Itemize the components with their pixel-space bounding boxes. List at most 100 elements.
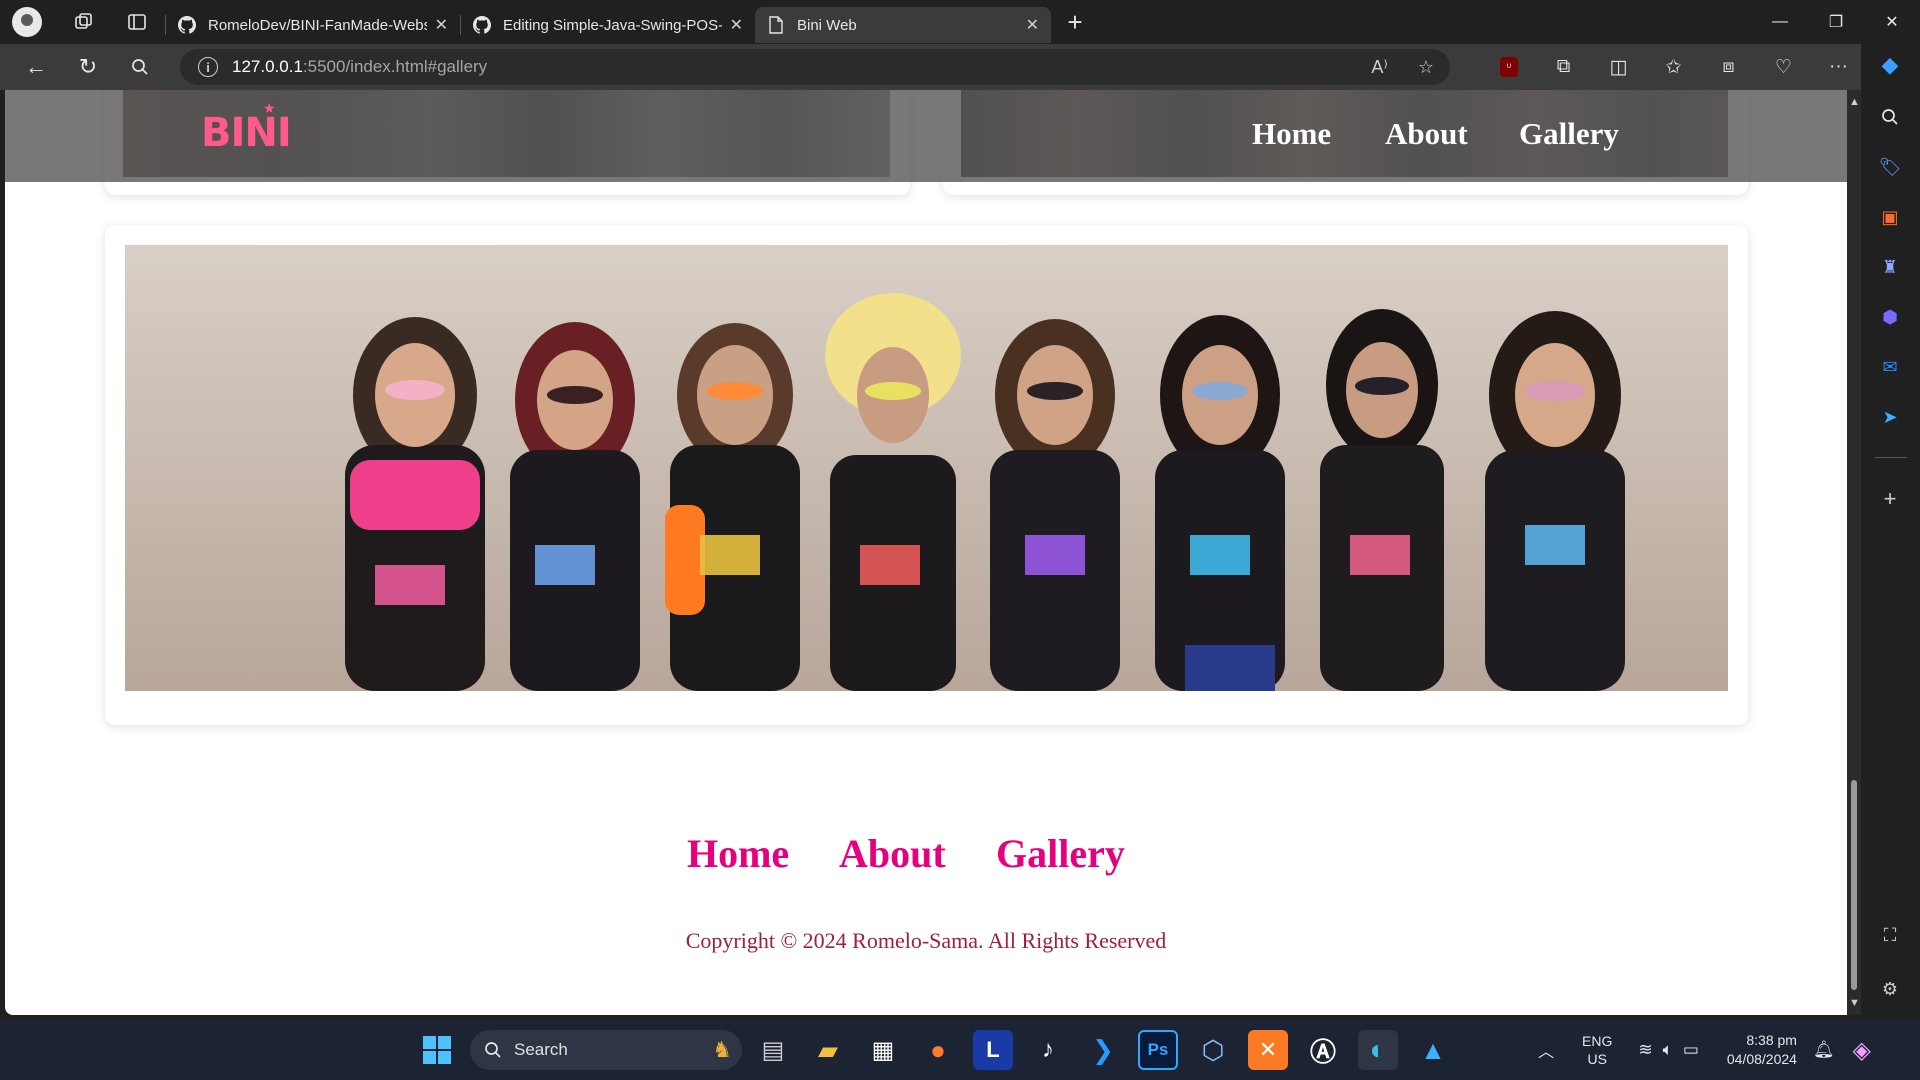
photos-icon[interactable]: ▲ bbox=[1413, 1030, 1453, 1070]
app-store-icon[interactable]: Ⓐ bbox=[1303, 1030, 1343, 1070]
language-indicator[interactable]: ENG US bbox=[1582, 1032, 1612, 1068]
sidebar-settings-icon[interactable]: ⚙ bbox=[1875, 974, 1905, 1004]
taskbar-search-box[interactable]: Search ♞ bbox=[470, 1030, 742, 1070]
read-aloud-icon[interactable]: A⁾ bbox=[1371, 57, 1387, 78]
github-icon bbox=[473, 16, 491, 34]
tab-github-bini[interactable]: RomeloDev/BINI-FanMade-Website ✕ bbox=[166, 7, 460, 43]
github-icon bbox=[178, 16, 196, 34]
page-icon bbox=[767, 16, 785, 34]
sidebar-search-icon[interactable] bbox=[1875, 102, 1905, 132]
site-info-icon[interactable]: i bbox=[198, 57, 218, 77]
system-tray: ︿ ENG US ≋ 🔈︎ ▭ 8:38 pm 04/08/2024 🔔︎ ◈ bbox=[1538, 1020, 1871, 1080]
notification-bell-icon[interactable]: 🔔︎ bbox=[1813, 1040, 1835, 1060]
cube-app-icon[interactable]: ⬡ bbox=[1193, 1030, 1233, 1070]
tab-title: Bini Web bbox=[797, 16, 857, 34]
region-code: US bbox=[1587, 1051, 1607, 1067]
file-explorer-icon[interactable]: ▰ bbox=[808, 1030, 848, 1070]
windows-start-icon[interactable] bbox=[417, 1030, 457, 1070]
firefox-icon[interactable]: ● bbox=[918, 1030, 958, 1070]
more-options-icon[interactable]: ··· bbox=[1811, 44, 1866, 90]
volume-icon[interactable]: 🔈︎ bbox=[1663, 1040, 1673, 1060]
page-viewport: BINI ★ Home About Gallery Home About Gal… bbox=[5, 90, 1847, 1015]
browser-toolbar: ← ↻ i 127.0.0.1:5500/index.html#gallery … bbox=[0, 44, 1920, 90]
windows-taskbar: Search ♞ ▤ ▰ ▦ ● L ♪ ❯ Ps ⬡ ✕ Ⓐ ◐ ▲ ︿ EN… bbox=[0, 1020, 1920, 1080]
clock[interactable]: 8:38 pm 04/08/2024 bbox=[1727, 1031, 1797, 1069]
browser-essentials-icon[interactable]: ♡ bbox=[1756, 44, 1811, 90]
address-bar[interactable]: i 127.0.0.1:5500/index.html#gallery A⁾ ☆ bbox=[180, 49, 1450, 85]
gallery-group-photo bbox=[125, 245, 1728, 691]
page-scrollbar[interactable]: ▲ ▼ bbox=[1847, 90, 1861, 1015]
edge-icon[interactable]: ◐ bbox=[1358, 1030, 1398, 1070]
tab-close-icon[interactable]: ✕ bbox=[435, 15, 448, 35]
close-window-icon[interactable]: ✕ bbox=[1864, 0, 1920, 44]
profile-button[interactable] bbox=[5, 0, 49, 44]
games-icon[interactable]: ♜ bbox=[1875, 252, 1905, 282]
clock-time: 8:38 pm bbox=[1746, 1032, 1797, 1048]
tab-title: RomeloDev/BINI-FanMade-Website bbox=[208, 16, 427, 34]
scroll-up-icon[interactable]: ▲ bbox=[1849, 96, 1860, 108]
ublock-origin-icon[interactable]: ᵁ bbox=[1500, 57, 1518, 77]
favorite-star-icon[interactable]: ☆ bbox=[1418, 57, 1434, 78]
window-controls: — ❐ ✕ bbox=[1752, 0, 1920, 44]
add-sidebar-app-icon[interactable]: + bbox=[1875, 484, 1905, 514]
clock-date: 04/08/2024 bbox=[1726, 1051, 1797, 1067]
search-icon[interactable] bbox=[114, 44, 166, 90]
browser-tab-bar: RomeloDev/BINI-FanMade-Website ✕ Editing… bbox=[0, 0, 1920, 44]
restore-icon[interactable]: ❐ bbox=[1808, 0, 1864, 44]
favorites-icon[interactable]: ✩ bbox=[1646, 44, 1701, 90]
workspaces-icon[interactable] bbox=[61, 0, 105, 44]
edge-sidebar: ◆ 🏷 ▣ ♜ ⬢ ✉ ➤ + ⛶ ⚙ bbox=[1861, 44, 1920, 1020]
taskbar-search-icon bbox=[485, 1042, 501, 1058]
url-host: 127.0.0.1 bbox=[232, 57, 303, 76]
shopping-tag-icon[interactable]: 🏷 bbox=[1875, 152, 1905, 182]
logo-star-icon: ★ bbox=[263, 100, 276, 116]
wifi-icon[interactable]: ≋ bbox=[1638, 1040, 1652, 1060]
bini-logo[interactable]: BINI bbox=[201, 110, 292, 156]
tab-github-editing[interactable]: Editing Simple-Java-Swing-POS-System ✕ bbox=[461, 7, 755, 43]
vscode-icon[interactable]: ❯ bbox=[1083, 1030, 1123, 1070]
gallery-card bbox=[105, 225, 1748, 725]
language-code: ENG bbox=[1582, 1033, 1613, 1049]
tab-bini-web[interactable]: Bini Web ✕ bbox=[755, 7, 1051, 43]
sidebar-divider bbox=[1875, 457, 1907, 458]
xampp-icon[interactable]: ✕ bbox=[1248, 1030, 1288, 1070]
tools-briefcase-icon[interactable]: ▣ bbox=[1875, 202, 1905, 232]
tab-actions-icon[interactable] bbox=[115, 0, 159, 44]
search-highlight-icon: ♞ bbox=[712, 1037, 732, 1062]
tiktok-icon[interactable]: ♪ bbox=[1028, 1030, 1068, 1070]
outlook-icon[interactable]: ✉ bbox=[1875, 352, 1905, 382]
taskbar-search-label: Search bbox=[514, 1040, 568, 1059]
refresh-button[interactable]: ↻ bbox=[62, 44, 114, 90]
tab-close-icon[interactable]: ✕ bbox=[730, 15, 743, 35]
microsoft-store-icon[interactable]: ▦ bbox=[863, 1030, 903, 1070]
battery-icon[interactable]: ▭ bbox=[1683, 1040, 1699, 1060]
footer-nav-home[interactable]: Home bbox=[687, 830, 789, 877]
tab-close-icon[interactable]: ✕ bbox=[1026, 15, 1039, 35]
scroll-thumb[interactable] bbox=[1851, 780, 1857, 990]
footer-nav-about[interactable]: About bbox=[839, 830, 946, 877]
footer-nav-gallery[interactable]: Gallery bbox=[996, 830, 1125, 877]
minimize-icon[interactable]: — bbox=[1752, 0, 1808, 44]
site-header: BINI ★ Home About Gallery bbox=[5, 90, 1847, 182]
profile-avatar-icon bbox=[12, 7, 42, 37]
photoshop-icon[interactable]: Ps bbox=[1138, 1030, 1178, 1070]
drop-send-icon[interactable]: ➤ bbox=[1875, 402, 1905, 432]
header-nav-home[interactable]: Home bbox=[1252, 116, 1331, 152]
url-path: :5500/index.html#gallery bbox=[302, 57, 488, 76]
screenshot-icon[interactable]: ⛶ bbox=[1875, 920, 1905, 950]
tab-title: Editing Simple-Java-Swing-POS-System bbox=[503, 16, 722, 34]
new-tab-button[interactable]: + bbox=[1055, 2, 1095, 42]
show-hidden-icons-icon[interactable]: ︿ bbox=[1538, 1038, 1554, 1062]
split-screen-icon[interactable]: ◫ bbox=[1591, 44, 1646, 90]
scroll-down-icon[interactable]: ▼ bbox=[1849, 997, 1860, 1009]
copilot-icon[interactable]: ◆ bbox=[1875, 50, 1905, 80]
l-app-icon[interactable]: L bbox=[973, 1030, 1013, 1070]
copilot-taskbar-icon[interactable]: ◈ bbox=[1853, 1036, 1871, 1065]
task-view-icon[interactable]: ▤ bbox=[753, 1030, 793, 1070]
header-nav-about[interactable]: About bbox=[1385, 116, 1468, 152]
back-button[interactable]: ← bbox=[10, 44, 62, 90]
header-nav-gallery[interactable]: Gallery bbox=[1519, 116, 1619, 152]
collections-icon[interactable]: ⧈ bbox=[1701, 44, 1756, 90]
microsoft-365-icon[interactable]: ⬢ bbox=[1875, 302, 1905, 332]
extensions-icon[interactable]: ⧉ bbox=[1536, 44, 1591, 90]
